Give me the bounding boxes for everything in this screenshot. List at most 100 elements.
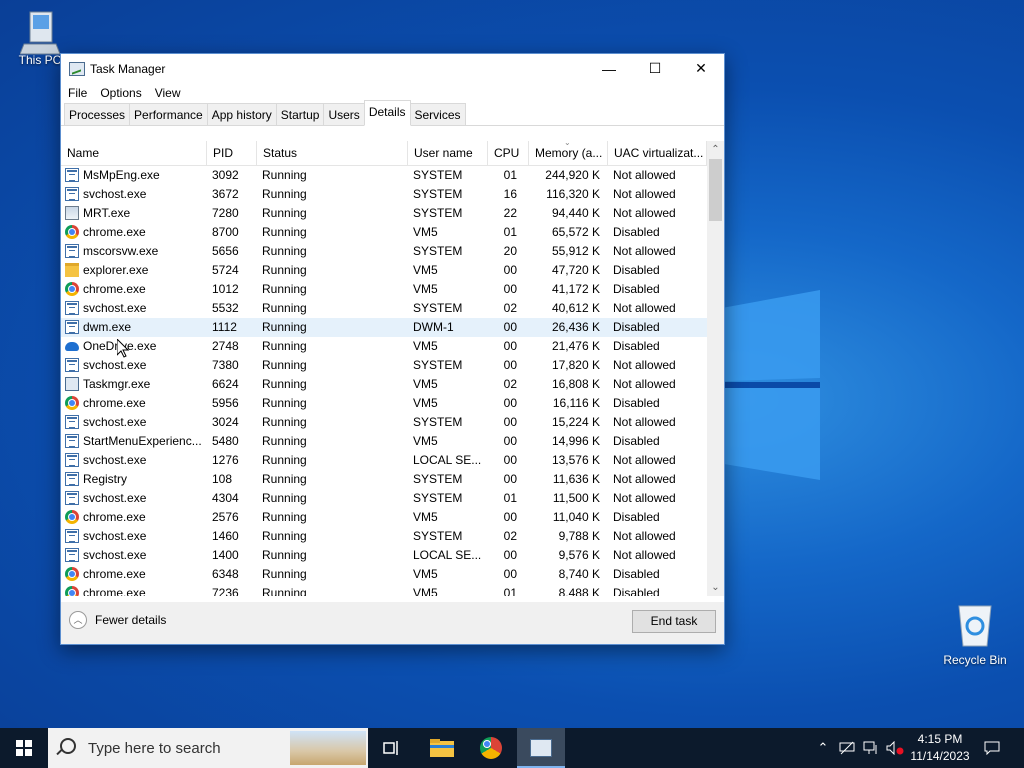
process-user: VM5 [413,567,438,581]
table-row[interactable]: svchost.exe 1460 Running SYSTEM 02 9,788 K Not… [61,527,707,546]
process-uac: Not allowed [613,168,676,182]
network-disconnected-icon[interactable] [836,728,858,768]
mrt-icon [65,206,79,220]
process-name: MRT.exe [83,206,131,220]
process-user: SYSTEM [413,529,463,543]
table-row[interactable]: chrome.exe 7236 Running VM5 01 8,488 K Disable… [61,584,707,596]
action-center-button[interactable] [978,728,1006,768]
process-pid: 1276 [212,453,239,467]
table-row[interactable]: chrome.exe 5956 Running VM5 00 16,116 K Disabl… [61,394,707,413]
taskbar-search-box[interactable]: Type here to search [48,728,368,768]
title-bar[interactable]: Task Manager — ☐ ✕ [61,54,724,83]
end-task-button[interactable]: End task [632,610,716,633]
column-header-pid[interactable]: PID [207,141,257,165]
table-row[interactable]: mscorsvw.exe 5656 Running SYSTEM 20 55,912 K N… [61,242,707,261]
table-row[interactable]: OneDrive.exe 2748 Running VM5 00 21,476 K Disa… [61,337,707,356]
table-row[interactable]: explorer.exe 5724 Running VM5 00 47,720 K Disa… [61,261,707,280]
scroll-up-arrow-icon[interactable]: ⌃ [707,141,724,158]
tab-services[interactable]: Services [409,103,466,125]
process-memory: 65,572 K [551,225,600,239]
fewer-details-toggle[interactable]: ︿ Fewer details [69,611,166,629]
table-row[interactable]: MRT.exe 7280 Running SYSTEM 22 94,440 K Not al… [61,204,707,223]
minimize-button[interactable]: — [586,54,632,83]
process-status: Running [262,396,307,410]
table-row[interactable]: Registry 108 Running SYSTEM 00 11,636 K Not al… [61,470,707,489]
process-name-cell: mscorsvw.exe [65,242,205,261]
vertical-scrollbar[interactable]: ⌃ ⌄ [707,141,724,596]
start-button[interactable] [0,728,48,768]
process-uac: Not allowed [613,244,676,258]
process-pid: 6348 [212,567,239,581]
table-row[interactable]: dwm.exe 1112 Running DWM-1 00 26,436 K Disable… [61,318,707,337]
table-row[interactable]: svchost.exe 4304 Running SYSTEM 01 11,500 K No… [61,489,707,508]
task-manager-icon [69,62,85,76]
table-row[interactable]: svchost.exe 5532 Running SYSTEM 02 40,612 K No… [61,299,707,318]
fewer-details-label: Fewer details [95,613,167,627]
task-view-button[interactable] [368,728,416,768]
display-icon [863,741,877,754]
tab-app-history[interactable]: App history [206,103,277,125]
process-uac: Not allowed [613,491,676,505]
process-cpu: 20 [503,244,517,258]
details-table: Name PID Status User name CPU Memory (a.… [61,141,724,596]
table-row[interactable]: chrome.exe 2576 Running VM5 00 11,040 K Disabl… [61,508,707,527]
recycle-bin-desktop-icon[interactable]: Recycle Bin [935,600,1015,667]
process-name: chrome.exe [83,586,146,596]
tab-processes[interactable]: Processes [64,103,131,125]
process-name: mscorsvw.exe [83,244,159,258]
connect-icon[interactable] [860,728,882,768]
tab-users[interactable]: Users [323,103,365,125]
table-row[interactable]: StartMenuExperienc... 5480 Running VM5 00 14,… [61,432,707,451]
scroll-down-arrow-icon[interactable]: ⌄ [707,579,724,596]
menu-view[interactable]: View [154,83,187,103]
table-row[interactable]: svchost.exe 1400 Running LOCAL SE... 00 9,576… [61,546,707,565]
column-header-status[interactable]: Status [257,141,408,165]
process-name: chrome.exe [83,225,146,239]
column-header-cpu[interactable]: CPU [488,141,529,165]
exe-icon [65,244,79,258]
table-row[interactable]: chrome.exe 1012 Running VM5 00 41,172 K Disabl… [61,280,707,299]
column-header-uac[interactable]: UAC virtualizat... [608,141,707,165]
show-hidden-icons-button[interactable]: ⌃ [812,728,834,768]
process-user: SYSTEM [413,244,463,258]
tab-details[interactable]: Details [363,100,411,126]
tab-performance[interactable]: Performance [129,103,208,125]
table-row[interactable]: chrome.exe 6348 Running VM5 00 8,740 K Disable… [61,565,707,584]
maximize-button[interactable]: ☐ [632,54,678,83]
process-pid: 7236 [212,586,239,596]
table-row[interactable]: svchost.exe 7380 Running SYSTEM 00 17,820 K No… [61,356,707,375]
table-row[interactable]: MsMpEng.exe 3092 Running SYSTEM 01 244,920 K N… [61,166,707,185]
process-status: Running [262,510,307,524]
chrome-taskbar-button[interactable] [467,728,515,768]
scrollbar-thumb[interactable] [709,159,722,221]
process-pid: 1012 [212,282,239,296]
table-row[interactable]: Taskmgr.exe 6624 Running VM5 02 16,808 K Not a… [61,375,707,394]
menu-options[interactable]: Options [99,83,147,103]
close-button[interactable]: ✕ [678,54,724,83]
process-memory: 8,488 K [558,586,600,596]
process-user: VM5 [413,510,438,524]
column-header-name[interactable]: Name [61,141,207,165]
process-uac: Not allowed [613,472,676,486]
process-name-cell: explorer.exe [65,261,205,280]
table-row[interactable]: svchost.exe 3024 Running SYSTEM 00 15,224 K No… [61,413,707,432]
tab-startup[interactable]: Startup [275,103,325,125]
process-uac: Not allowed [613,529,676,543]
process-pid: 5480 [212,434,239,448]
menu-file[interactable]: File [67,83,93,103]
file-explorer-taskbar-button[interactable] [418,728,466,768]
table-row[interactable]: svchost.exe 3672 Running SYSTEM 16 116,320 K N… [61,185,707,204]
process-memory: 40,612 K [551,301,600,315]
column-header-user-name[interactable]: User name [408,141,488,165]
table-row[interactable]: svchost.exe 1276 Running LOCAL SE... 00 13,57… [61,451,707,470]
clock-time: 4:15 PM [917,732,963,746]
table-row[interactable]: chrome.exe 8700 Running VM5 01 65,572 K Disabl… [61,223,707,242]
windows-start-icon [16,740,32,756]
process-uac: Not allowed [613,377,676,391]
search-placeholder: Type here to search [88,740,221,757]
process-name-cell: svchost.exe [65,356,205,375]
process-user: SYSTEM [413,301,463,315]
process-memory: 41,172 K [551,282,600,296]
system-clock[interactable]: 4:15 PM 11/14/2023 [900,731,980,765]
task-manager-taskbar-button[interactable] [517,728,565,768]
